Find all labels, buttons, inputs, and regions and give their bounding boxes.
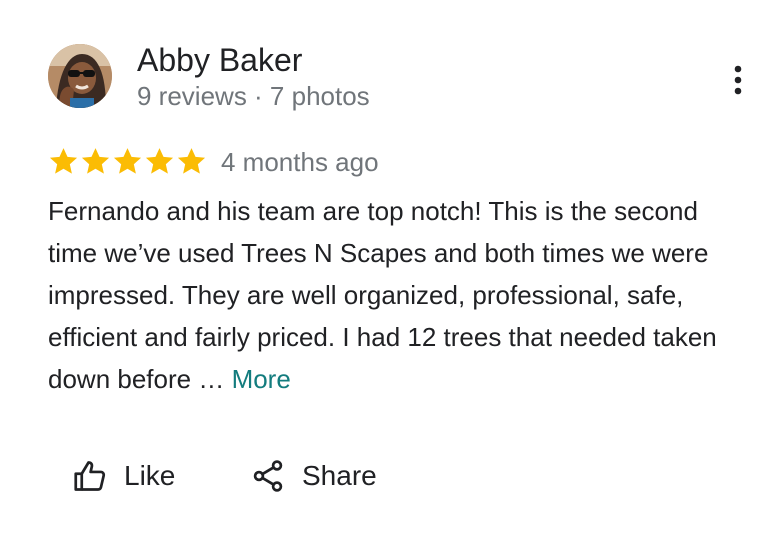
star-icon bbox=[49, 147, 78, 174]
star-icon bbox=[145, 147, 174, 174]
thumb-up-icon bbox=[74, 461, 106, 491]
author-name[interactable]: Abby Baker bbox=[137, 40, 302, 80]
review-text: Fernando and his team are top notch! Thi… bbox=[48, 190, 738, 400]
more-vert-icon bbox=[734, 65, 742, 95]
author-avatar[interactable] bbox=[48, 44, 112, 108]
share-label: Share bbox=[302, 460, 377, 491]
author-meta: 9 reviews · 7 photos bbox=[137, 81, 370, 111]
review-body: Fernando and his team are top notch! Thi… bbox=[48, 196, 717, 394]
avatar-photo bbox=[48, 44, 112, 108]
like-label: Like bbox=[124, 460, 176, 491]
more-link[interactable]: More bbox=[232, 364, 291, 394]
star-icon bbox=[177, 147, 206, 174]
star-rating bbox=[48, 144, 207, 178]
more-options-button[interactable] bbox=[722, 62, 754, 98]
review-time: 4 months ago bbox=[221, 147, 379, 177]
share-button[interactable]: Share bbox=[250, 455, 377, 497]
like-button[interactable]: Like bbox=[72, 455, 175, 497]
share-icon bbox=[253, 460, 283, 492]
star-icon bbox=[81, 147, 110, 174]
star-icon bbox=[113, 147, 142, 174]
